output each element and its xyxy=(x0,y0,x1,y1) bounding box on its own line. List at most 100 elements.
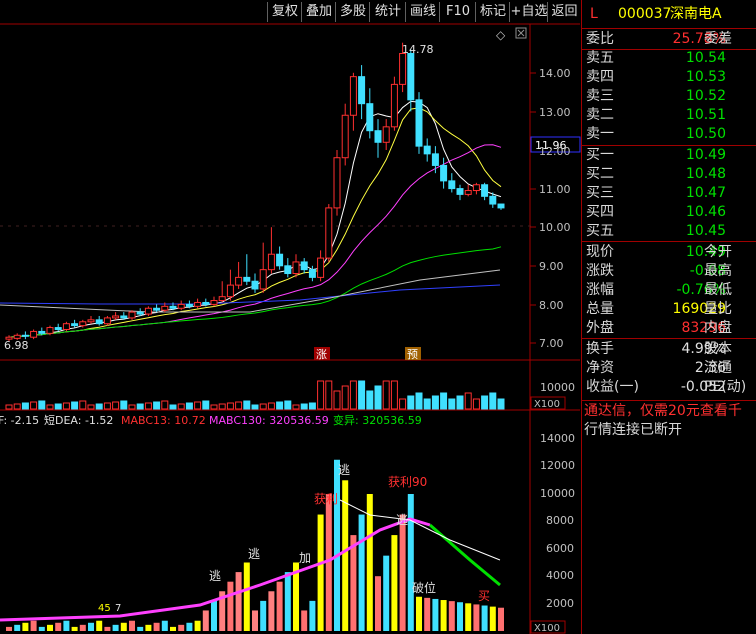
ask-level-4-value: 10.53 xyxy=(685,69,726,85)
volume-bar xyxy=(153,401,161,410)
volume-bar xyxy=(38,400,46,410)
candle-body xyxy=(46,327,54,334)
ask-level-4-label: 卖四 xyxy=(586,69,614,85)
volume-bar xyxy=(464,392,472,410)
stat-3-label: 总量 xyxy=(586,301,614,317)
indicator-bar xyxy=(432,598,439,631)
ask-level-5-row: 卖五 10.54 xyxy=(586,49,756,68)
volume-bar xyxy=(21,402,29,410)
indicator-bar xyxy=(79,624,86,631)
ask-level-3-value: 10.52 xyxy=(685,88,726,104)
indicator-bar xyxy=(407,494,414,631)
stat-4-row: 外盘 83296 内盘 xyxy=(586,319,756,338)
volume-bar xyxy=(251,404,259,410)
quote-header: L 000037 深南电A xyxy=(586,5,756,24)
candle-body xyxy=(366,103,374,132)
volume-bar xyxy=(202,400,210,410)
break-annotation: 破位 xyxy=(412,580,436,595)
escape-annotation: 逃 xyxy=(209,569,221,583)
volume-bar xyxy=(185,402,193,410)
volume-bar xyxy=(489,392,497,410)
indicator-bar xyxy=(334,459,340,631)
indicator-bar xyxy=(457,602,463,631)
stat-0-row: 现价 10.49 今开 xyxy=(586,243,756,262)
volume-bar xyxy=(276,401,284,410)
candle-body xyxy=(456,188,464,195)
candle-body xyxy=(112,315,120,319)
indicator-bar xyxy=(252,610,258,631)
indicator-bar xyxy=(137,626,144,631)
promo-notice[interactable]: 通达信，仅需20元查看千 xyxy=(584,402,756,421)
ind-tick-6000: 6000 xyxy=(546,542,574,555)
indicator-bar xyxy=(235,572,242,631)
volume-bar xyxy=(300,403,308,410)
stat-2-right-label: 最低 xyxy=(704,282,732,298)
volume-bar xyxy=(46,404,54,410)
indicator-bar xyxy=(465,603,472,631)
kline-chart-area[interactable]: 14.78 6.98 ◇ 11.96 14.00 13.00 12.00 11.… xyxy=(0,0,581,634)
volume-bar xyxy=(390,380,398,410)
indicator-bar xyxy=(440,600,447,631)
candle-body xyxy=(161,305,169,311)
price-tick-800: 8.00 xyxy=(539,299,564,312)
volume-bar xyxy=(349,380,357,410)
bid-level-4-label: 买四 xyxy=(586,204,614,220)
price-tick-1300: 13.00 xyxy=(539,106,571,119)
indicator-bar xyxy=(399,514,406,631)
indicator-bar xyxy=(358,514,365,631)
volume-bar xyxy=(5,404,13,410)
indicator-bar xyxy=(129,620,135,631)
ma250-line xyxy=(0,269,501,313)
volume-bar xyxy=(177,403,185,410)
candle-body xyxy=(128,311,136,319)
ask-level-2-value: 10.51 xyxy=(685,107,726,123)
ask-level-2-row: 卖二 10.51 xyxy=(586,106,756,125)
indicator-bar xyxy=(30,620,37,631)
stat-1-label: 涨跌 xyxy=(586,263,614,279)
order-ratio-label: 委比 xyxy=(586,31,614,47)
volume-tick-10000: 10000 xyxy=(540,381,575,394)
indicator-bar xyxy=(145,624,152,631)
price-tick-1000: 10.00 xyxy=(539,221,571,234)
indicator-bar xyxy=(120,622,127,631)
volume-bar xyxy=(243,400,251,410)
diamond-icon[interactable]: ◇ xyxy=(496,28,506,42)
candle-body xyxy=(120,315,128,319)
candle-body xyxy=(251,280,259,290)
volume-bar xyxy=(399,398,407,410)
stat-3-right-label: 量比 xyxy=(704,301,732,317)
ind-tick-4000: 4000 xyxy=(546,569,574,582)
stat2-0-label: 换手 xyxy=(586,341,614,357)
bid-level-4-value: 10.46 xyxy=(685,204,726,220)
stat2-1-label: 净资 xyxy=(586,360,614,376)
ask-level-3-row: 卖三 10.52 xyxy=(586,87,756,106)
volume-bar xyxy=(456,395,464,410)
indicator-bar xyxy=(71,626,78,631)
stat-0-label: 现价 xyxy=(586,244,614,260)
candle-body xyxy=(13,334,21,339)
candle-body xyxy=(194,301,202,307)
candle-body xyxy=(374,130,382,143)
candle-body xyxy=(333,157,341,209)
volume-bar xyxy=(374,385,382,410)
bid-level-2-label: 买二 xyxy=(586,166,614,182)
candle-body xyxy=(284,265,292,275)
candle-body xyxy=(30,330,38,338)
ask-level-3-label: 卖三 xyxy=(586,88,614,104)
volume-bar xyxy=(136,403,144,410)
candle-body xyxy=(472,184,480,192)
candle-body xyxy=(358,76,366,105)
volume-bar xyxy=(497,398,505,410)
stat2-2-row: 收益(一) -0.052 PE(动) xyxy=(586,378,756,397)
volume-bar xyxy=(267,402,275,410)
indicator-bar xyxy=(498,607,504,631)
volume-bar xyxy=(448,398,456,410)
candle-body xyxy=(136,311,144,315)
stat2-2-label: 收益(一) xyxy=(586,379,639,395)
indicator-bar xyxy=(227,581,234,631)
stat-0-right-label: 今开 xyxy=(704,244,732,260)
volume-bar xyxy=(112,401,120,410)
volume-bar xyxy=(472,398,480,410)
value-45-annotation: 45 xyxy=(98,603,111,614)
volume-bar xyxy=(366,390,374,410)
